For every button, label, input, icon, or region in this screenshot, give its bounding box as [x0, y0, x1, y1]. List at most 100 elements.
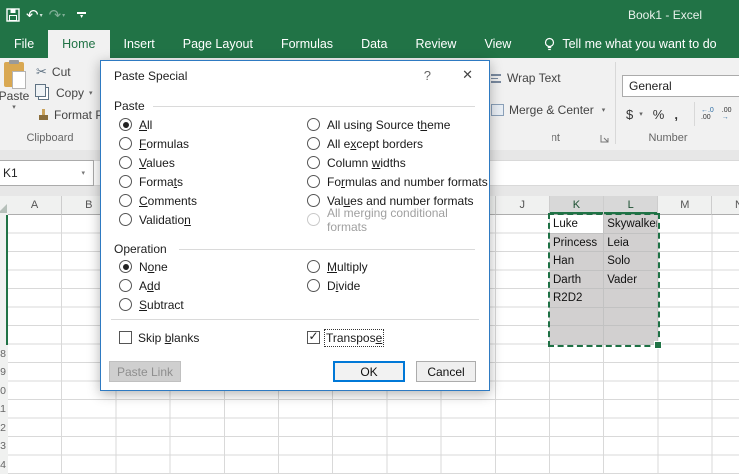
skip-blanks-checkbox[interactable]: Skip blanks: [119, 329, 199, 346]
cell-L3[interactable]: Solo: [604, 252, 659, 271]
merge-center-button[interactable]: Merge & Center ▾: [491, 103, 605, 117]
cell-L6[interactable]: [604, 307, 659, 326]
fill-handle[interactable]: [654, 340, 663, 349]
cell-L1[interactable]: Skywalker: [604, 215, 659, 234]
decrease-decimal-button[interactable]: .00 →: [722, 107, 732, 121]
cell-K3[interactable]: Han: [550, 252, 605, 271]
radio-circle[interactable]: [307, 194, 320, 207]
comma-style-button[interactable]: ,: [674, 107, 678, 122]
dialog-help-button[interactable]: ?: [424, 68, 431, 83]
radio-option-formulas-and-number-formats[interactable]: Formulas and number formats: [307, 172, 489, 191]
tab-data[interactable]: Data: [347, 30, 401, 58]
radio-circle[interactable]: [119, 175, 132, 188]
selected-range[interactable]: Luke Skywalker Princess Leia Han Solo Darth Vad…: [548, 213, 663, 349]
customize-quick-access-toolbar-icon[interactable]: ▾: [77, 11, 87, 20]
tab-view[interactable]: View: [470, 30, 525, 58]
number-format-select[interactable]: General: [622, 75, 739, 97]
tab-file[interactable]: File: [0, 30, 48, 58]
radio-option-comments[interactable]: Comments: [119, 191, 197, 210]
radio-circle[interactable]: [307, 279, 320, 292]
wrap-text-button[interactable]: Wrap Text: [491, 71, 561, 85]
cell-K2[interactable]: Princess: [550, 233, 605, 252]
radio-circle[interactable]: [307, 156, 320, 169]
cancel-button[interactable]: Cancel: [416, 361, 476, 382]
ok-button[interactable]: OK: [333, 361, 405, 382]
radio-label: Add: [139, 278, 161, 293]
radio-option-none[interactable]: None: [119, 257, 184, 276]
cell-L5[interactable]: [604, 289, 659, 308]
transpose-checkbox[interactable]: Transpose: [307, 328, 385, 347]
cell-K4[interactable]: Darth: [550, 270, 605, 289]
cell-K1[interactable]: Luke: [550, 215, 605, 234]
radio-option-formats[interactable]: Formats: [119, 172, 197, 191]
paste-dropdown-caret[interactable]: ▾: [12, 103, 16, 111]
radio-circle[interactable]: [119, 260, 132, 273]
radio-circle[interactable]: [119, 213, 132, 226]
column-header-L[interactable]: L: [604, 196, 659, 215]
tab-formulas[interactable]: Formulas: [267, 30, 347, 58]
radio-option-all-except-borders[interactable]: All except borders: [307, 134, 489, 153]
row-header-12[interactable]: 12: [0, 419, 6, 438]
row-header-13[interactable]: 13: [0, 437, 6, 456]
radio-option-formulas[interactable]: Formulas: [119, 134, 197, 153]
transpose-box[interactable]: [307, 329, 320, 344]
save-icon[interactable]: [6, 8, 20, 22]
radio-circle[interactable]: [119, 118, 132, 131]
radio-circle[interactable]: [307, 260, 320, 273]
column-header-N[interactable]: N: [712, 196, 739, 215]
column-header-A[interactable]: A: [8, 196, 63, 215]
merge-center-dropdown-caret[interactable]: ▾: [602, 106, 606, 114]
currency-format-button[interactable]: $: [626, 107, 633, 122]
alignment-dialog-launcher-icon[interactable]: [600, 134, 610, 144]
row-header-14[interactable]: 14: [0, 456, 6, 474]
radio-option-column-widths[interactable]: Column widths: [307, 153, 489, 172]
tab-home[interactable]: Home: [48, 30, 110, 58]
radio-circle[interactable]: [307, 118, 320, 131]
radio-option-multiply[interactable]: Multiply: [307, 257, 368, 276]
currency-dropdown-caret[interactable]: ▾: [639, 110, 643, 118]
dialog-close-icon[interactable]: ✕: [462, 67, 473, 83]
tab-page-layout[interactable]: Page Layout: [169, 30, 267, 58]
column-header-K[interactable]: K: [549, 196, 605, 215]
radio-option-values[interactable]: Values: [119, 153, 197, 172]
undo-button[interactable]: ↶ ▾: [26, 8, 43, 23]
cell-K5[interactable]: R2D2: [550, 289, 605, 308]
increase-decimal-button[interactable]: ←.0.00: [701, 107, 714, 121]
cell-L2[interactable]: Leia: [604, 233, 659, 252]
cell-K7[interactable]: [550, 326, 605, 345]
paste-button[interactable]: Paste ▾: [0, 60, 38, 111]
radio-circle[interactable]: [307, 137, 320, 150]
radio-circle[interactable]: [119, 279, 132, 292]
tell-me-box[interactable]: Tell me what you want to do: [543, 30, 717, 58]
radio-circle[interactable]: [119, 298, 132, 311]
redo-button[interactable]: ↷ ▾: [49, 8, 66, 23]
tab-review[interactable]: Review: [401, 30, 470, 58]
copy-dropdown-caret[interactable]: ▾: [89, 89, 93, 97]
row-header-11[interactable]: 11: [0, 400, 6, 419]
name-box-dropdown-caret[interactable]: ▾: [81, 169, 85, 177]
row-header-10[interactable]: 10: [0, 382, 6, 401]
radio-circle[interactable]: [119, 156, 132, 169]
radio-option-subtract[interactable]: Subtract: [119, 295, 184, 314]
column-header-M[interactable]: M: [658, 196, 713, 215]
copy-button[interactable]: Copy ▾: [35, 83, 93, 100]
row-header-8[interactable]: 8: [0, 345, 6, 364]
radio-circle[interactable]: [307, 175, 320, 188]
radio-option-all[interactable]: All: [119, 115, 197, 134]
cell-K6[interactable]: [550, 307, 605, 326]
cut-button[interactable]: ✂ Cut: [36, 64, 71, 80]
percent-style-button[interactable]: %: [653, 107, 665, 122]
radio-circle[interactable]: [119, 137, 132, 150]
radio-option-all-using-source-theme[interactable]: All using Source theme: [307, 115, 489, 134]
radio-option-divide[interactable]: Divide: [307, 276, 368, 295]
radio-option-validation[interactable]: Validation: [119, 210, 197, 229]
cell-L4[interactable]: Vader: [604, 270, 659, 289]
radio-option-add[interactable]: Add: [119, 276, 184, 295]
tab-insert[interactable]: Insert: [110, 30, 169, 58]
column-header-J[interactable]: J: [495, 196, 550, 215]
cell-L7[interactable]: [604, 326, 659, 345]
skip-blanks-box[interactable]: [119, 331, 132, 344]
name-box[interactable]: K1 ▾: [0, 160, 94, 186]
row-header-9[interactable]: 9: [0, 363, 6, 382]
radio-circle[interactable]: [119, 194, 132, 207]
